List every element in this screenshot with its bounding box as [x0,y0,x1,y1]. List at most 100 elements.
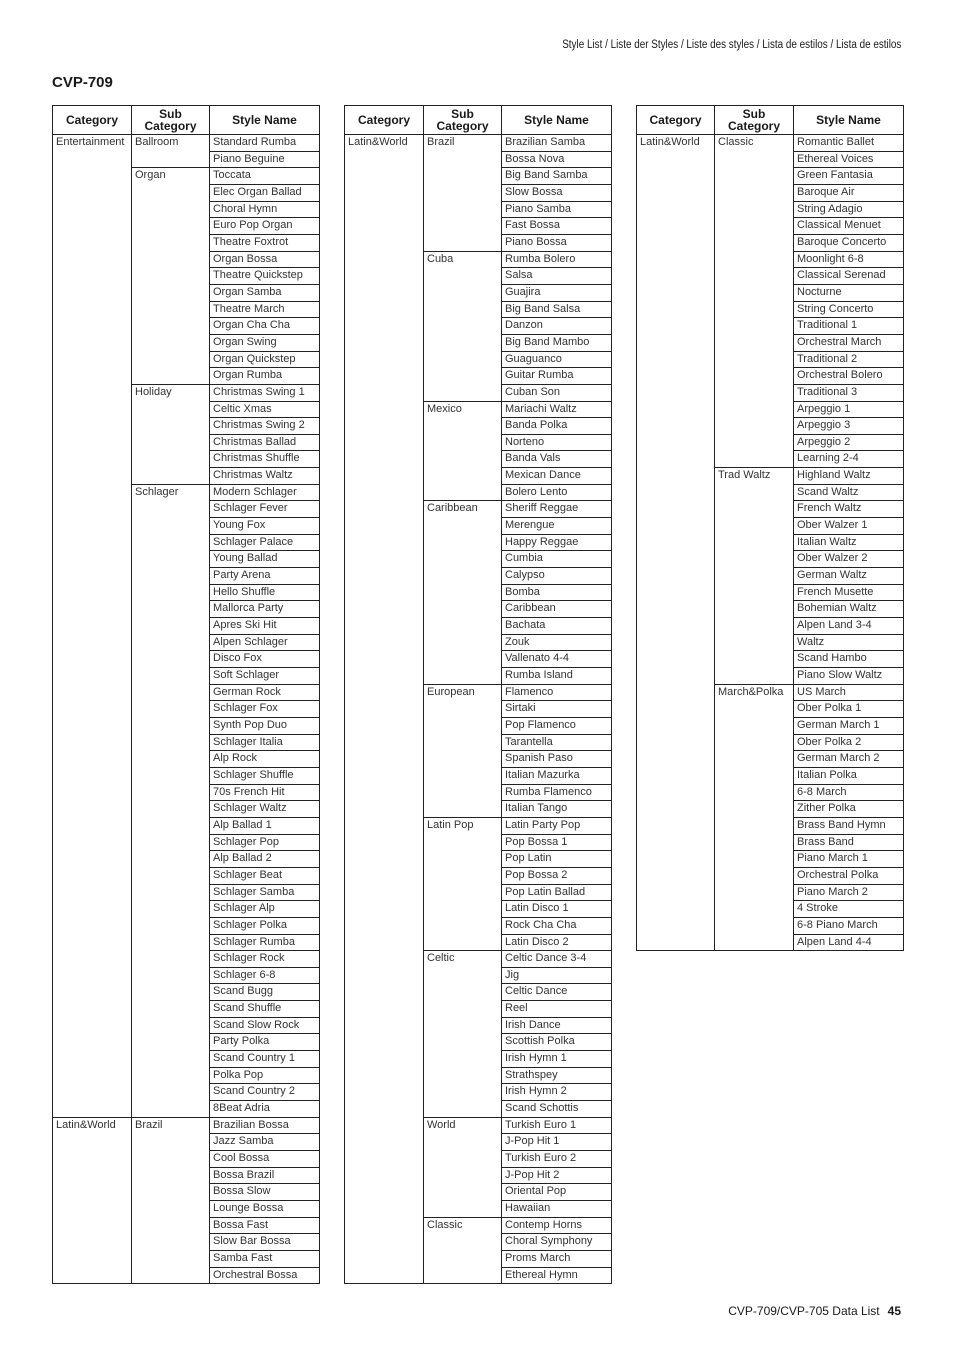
style-name-cell: Rumba Island [501,667,612,685]
style-name-cell: Bossa Nova [501,150,612,169]
style-name-cell: Euro Pop Organ [209,217,320,235]
style-name-cell: Christmas Swing 1 [209,383,320,402]
style-name-cell: Theatre March [209,300,320,319]
sub-category-cell: Ballroom [131,133,210,169]
header-category: Category [636,105,715,135]
style-name-cell: German March 2 [793,750,904,768]
style-name-cell: Spanish Paso [501,750,612,768]
style-name-cell: Cool Bossa [209,1150,320,1168]
style-name-cell: Oriental Pop [501,1183,612,1201]
style-name-cell: Guaguanco [501,350,612,369]
style-name-cell: Latin Party Pop [501,816,612,835]
style-name-cell: Fast Bossa [501,217,612,235]
style-name-cell: Alp Rock [209,750,320,768]
sub-category-cell: Schlager [131,483,210,1118]
style-name-cell: Pop Latin Ballad [501,883,612,902]
sub-category-cell: Organ [131,167,210,385]
style-name-cell: Scand Waltz [793,483,904,502]
style-name-cell: Pop Bossa 2 [501,866,612,885]
style-name-cell: Moonlight 6-8 [793,250,904,269]
sub-category-cell: Celtic [423,950,502,1118]
style-name-cell: Baroque Air [793,183,904,202]
style-name-cell: Mexican Dance [501,467,612,485]
style-name-cell: Elec Organ Ballad [209,183,320,202]
style-name-cell: Ober Polka 1 [793,700,904,718]
style-name-cell: German Rock [209,683,320,702]
sub-category-cell: March&Polka [714,683,794,952]
style-name-cell: Green Fantasia [793,167,904,185]
style-name-cell: Traditional 3 [793,383,904,402]
style-name-cell: Scand Shuffle [209,1000,320,1018]
style-name-cell: Italian Waltz [793,533,904,552]
style-name-cell: 8Beat Adria [209,1100,320,1118]
header-style-name: Style Name [209,105,320,135]
style-name-cell: Choral Hymn [209,200,320,219]
style-name-cell: Nocturne [793,283,904,302]
style-name-cell: Proms March [501,1249,612,1268]
style-name-cell: Pop Bossa 1 [501,833,612,852]
style-name-cell: Christmas Ballad [209,433,320,452]
sub-category-cell: World [423,1116,502,1218]
style-name-cell: Bolero Lento [501,483,612,502]
style-name-cell: Arpeggio 1 [793,400,904,419]
header-style-name: Style Name [501,105,612,135]
style-name-cell: Celtic Dance 3-4 [501,950,612,968]
style-name-cell: Polka Pop [209,1066,320,1085]
style-name-cell: 70s French Hit [209,783,320,802]
style-name-cell: Christmas Shuffle [209,450,320,469]
style-name-cell: Scand Hambo [793,650,904,668]
style-name-cell: Bohemian Waltz [793,600,904,619]
page-number: 45 [887,1304,901,1318]
style-name-cell: Rock Cha Cha [501,916,612,935]
style-name-cell: Bossa Slow [209,1183,320,1201]
style-table-1: Category Sub Category Style Name Entertainm… [52,105,320,1285]
style-name-cell: Jazz Samba [209,1133,320,1152]
style-name-cell: Scand Slow Rock [209,1016,320,1035]
style-name-cell: German March 1 [793,716,904,735]
style-name-cell: Schlager Fever [209,500,320,519]
style-name-cell: Standard Rumba [209,134,320,152]
style-name-cell: Danzon [501,317,612,335]
style-name-cell: Turkish Euro 2 [501,1150,612,1168]
style-name-cell: Cuban Son [501,383,612,402]
style-name-cell: Samba Fast [209,1249,320,1268]
style-name-cell: Italian Mazurka [501,766,612,785]
sub-category-cell: Holiday [131,383,210,485]
style-name-cell: Bossa Fast [209,1216,320,1235]
style-name-cell: Schlager Italia [209,733,320,752]
style-name-cell: Classical Menuet [793,217,904,235]
style-name-cell: Pop Latin [501,850,612,868]
style-name-cell: String Adagio [793,200,904,219]
style-name-cell: Choral Symphony [501,1233,612,1251]
style-name-cell: Piano March 2 [793,883,904,902]
style-name-cell: Highland Waltz [793,467,904,485]
style-name-cell: Merengue [501,517,612,535]
model-title: CVP-709 [52,74,113,91]
style-name-cell: Irish Hymn 2 [501,1083,612,1102]
style-name-cell: Schlager Shuffle [209,766,320,785]
style-name-cell: Schlager Polka [209,916,320,935]
style-name-cell: Organ Rumba [209,367,320,385]
style-name-cell: Schlager Alp [209,900,320,918]
style-name-cell: Learning 2-4 [793,450,904,469]
style-name-cell: Romantic Ballet [793,134,904,152]
style-name-cell: Alp Ballad 2 [209,850,320,868]
style-name-cell: Apres Ski Hit [209,617,320,635]
style-name-cell: Big Band Mambo [501,333,612,352]
style-name-cell: Scand Country 2 [209,1083,320,1102]
table-header-row: Category Sub Category Style Name [52,105,320,135]
style-name-cell: Bachata [501,617,612,635]
category-cell: Latin&World [344,133,424,1285]
style-name-cell: Jig [501,966,612,985]
style-name-cell: Scand Bugg [209,983,320,1002]
style-name-cell: Calypso [501,567,612,585]
style-name-cell: Mallorca Party [209,600,320,619]
style-name-cell: Schlager Fox [209,700,320,718]
style-name-cell: Waltz [793,633,904,652]
style-name-cell: Brazilian Bossa [209,1116,320,1135]
style-table-2: Category Sub Category Style Name Latin&Worl… [344,105,612,1285]
style-name-cell: 6-8 March [793,783,904,802]
header-sub-category: Sub Category [423,105,502,135]
style-name-cell: Toccata [209,167,320,185]
category-cell: Entertainment [52,134,132,1118]
